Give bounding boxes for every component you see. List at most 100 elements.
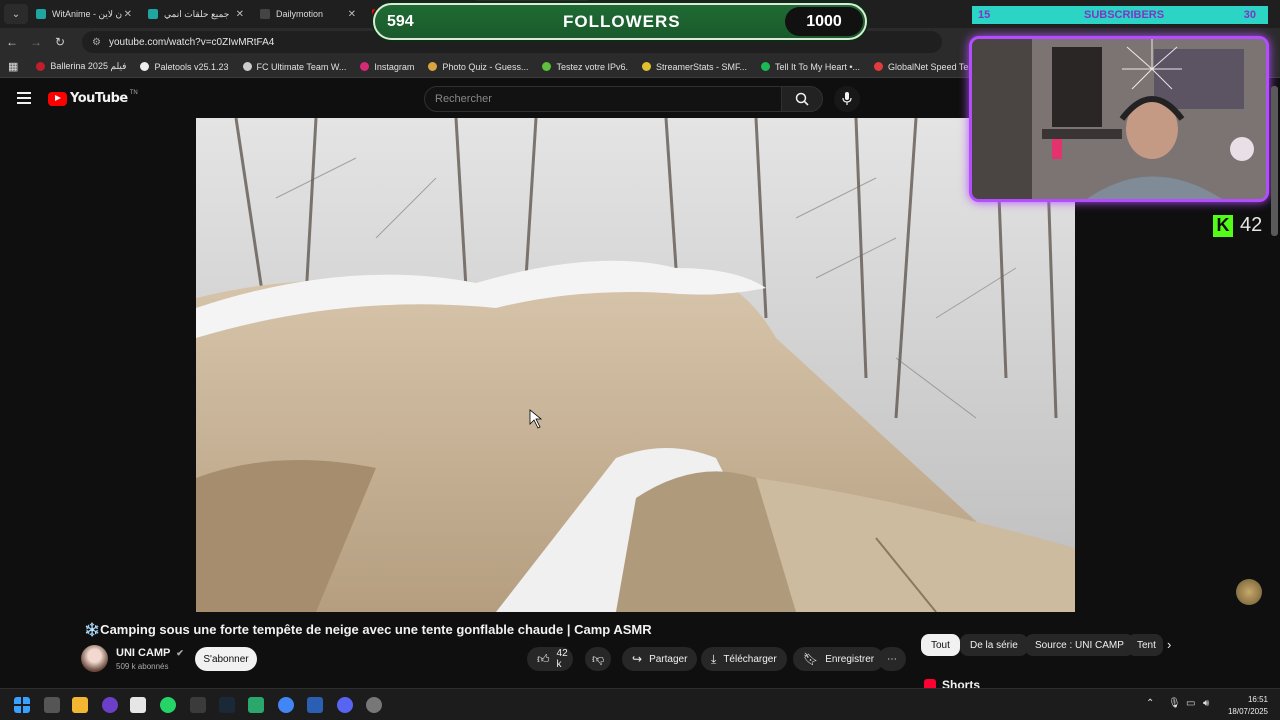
system-clock[interactable]: 16:51 18/07/2025 xyxy=(1228,694,1268,718)
floating-avatar[interactable] xyxy=(1236,579,1262,605)
thumbs-up-icon: 👍︎ xyxy=(537,651,550,666)
tab-close-icon[interactable]: ✕ xyxy=(124,9,132,20)
youtube-logo[interactable]: YouTube TN xyxy=(48,90,138,106)
network-icon[interactable]: ▭ xyxy=(1186,698,1195,709)
bookmark-item[interactable]: Ballerina 2025 فيلم xyxy=(36,61,126,72)
download-icon: ⤓ xyxy=(711,651,717,666)
chrome-icon[interactable] xyxy=(278,697,294,713)
kick-viewer-count: 42 xyxy=(1240,214,1263,236)
download-label: Télécharger xyxy=(723,653,777,665)
tab-label: WitAnime - ن لاين xyxy=(52,8,123,19)
chip-tent[interactable]: Tent xyxy=(1127,634,1163,656)
bookmark-item[interactable]: Paletools v25.1.23 xyxy=(140,61,229,72)
followers-goal: 1000 xyxy=(785,7,863,36)
obs-icon[interactable] xyxy=(102,697,118,713)
game-icon[interactable] xyxy=(248,697,264,713)
dislike-button[interactable]: 👎︎ xyxy=(585,647,611,671)
site-info-icon[interactable]: ⚙ xyxy=(92,37,101,48)
bookmark-item[interactable]: Photo Quiz - Guess... xyxy=(428,61,528,72)
bookmark-label: GlobalNet Speed Test xyxy=(888,61,976,72)
windows-taskbar: ⌃ 🎙︎ ▭ 🔊︎ 16:51 18/07/2025 xyxy=(0,688,1280,720)
save-label: Enregistrer xyxy=(825,653,875,665)
tab-search-button[interactable]: ⌄ xyxy=(4,4,28,24)
like-count: 42 k xyxy=(556,648,568,670)
windows-start-icon[interactable] xyxy=(14,697,30,713)
browser-tab[interactable]: WitAnime - ن لاين ✕ xyxy=(28,0,140,28)
bookmark-list: Ballerina 2025 فيلم Paletools v25.1.23 FC … xyxy=(36,61,1085,72)
channel-avatar[interactable] xyxy=(81,645,108,672)
webcam-overlay xyxy=(969,36,1269,202)
bookmark-item[interactable]: FC Ultimate Team W... xyxy=(242,61,347,72)
bookmark-label: Tell It To My Heart •... xyxy=(775,61,861,72)
bookmark-item[interactable]: GlobalNet Speed Test xyxy=(874,61,975,72)
task-view-icon[interactable] xyxy=(44,697,60,713)
reload-icon[interactable]: ↻ xyxy=(48,35,72,49)
bookmark-favicon-icon xyxy=(242,62,252,71)
chip-source[interactable]: Source : UNI CAMP xyxy=(1025,634,1134,656)
bookmark-label: StreamerStats - SMF... xyxy=(655,61,748,72)
edge-icon[interactable] xyxy=(307,697,323,713)
microphone-tray-icon[interactable]: 🎙︎ xyxy=(1168,698,1181,709)
webcam-feed xyxy=(972,39,1266,199)
share-label: Partager xyxy=(649,653,688,665)
tab-favicon-icon xyxy=(148,9,158,19)
video-player[interactable] xyxy=(196,118,1075,612)
search-input[interactable]: Rechercher xyxy=(424,86,782,112)
tray-overflow-icon[interactable]: ⌃ xyxy=(1146,698,1154,709)
channel-name[interactable]: UNI CAMP ✔ xyxy=(116,647,184,659)
browser-tab[interactable]: Dailymotion ✕ xyxy=(252,0,364,28)
bookmark-favicon-icon xyxy=(428,62,438,71)
subscribers-goal-overlay: 15 SUBSCRIBERS 30 xyxy=(972,6,1268,24)
thumbs-down-icon: 👎︎ xyxy=(592,651,605,666)
more-actions-button[interactable]: ⋯ xyxy=(878,647,906,671)
chip-all[interactable]: Tout xyxy=(921,634,960,656)
share-button[interactable]: ↪ Partager xyxy=(622,647,698,671)
microphone-icon xyxy=(842,92,852,105)
bookmark-item[interactable]: Testez votre IPv6. xyxy=(542,61,628,72)
tab-close-icon[interactable]: ✕ xyxy=(236,9,244,20)
bookmark-label: Instagram xyxy=(374,61,415,72)
discord-icon[interactable] xyxy=(337,697,353,713)
app-icon[interactable] xyxy=(190,697,206,713)
forward-icon[interactable]: → xyxy=(24,35,48,49)
subscribers-goal: 30 xyxy=(1243,9,1256,21)
subscriber-count: 509 k abonnés xyxy=(116,662,169,671)
tab-close-icon[interactable]: ✕ xyxy=(348,9,356,20)
like-button[interactable]: 👍︎ 42 k xyxy=(527,647,573,671)
steam-icon[interactable] xyxy=(219,697,235,713)
whatsapp-icon[interactable] xyxy=(160,697,176,713)
bookmark-label: Paletools v25.1.23 xyxy=(154,61,229,72)
back-icon[interactable]: ← xyxy=(0,35,24,49)
chip-scroll-right-icon[interactable]: › xyxy=(1167,637,1171,652)
browser-tab[interactable]: جميع حلقات انمي ✕ xyxy=(140,0,252,28)
subscribers-label: SUBSCRIBERS xyxy=(1084,9,1165,21)
followers-label: FOLLOWERS xyxy=(563,11,681,31)
bookmark-item[interactable]: Tell It To My Heart •... xyxy=(761,61,860,72)
bookmark-item[interactable]: StreamerStats - SMF... xyxy=(641,61,748,72)
bookmark-favicon-icon xyxy=(36,62,46,71)
download-button[interactable]: ⤓ Télécharger xyxy=(701,647,787,671)
save-button[interactable]: 🔖︎ Enregistrer xyxy=(793,647,885,671)
page-scrollbar[interactable] xyxy=(1271,86,1278,236)
verified-icon: ✔ xyxy=(176,648,184,658)
clock-date: 18/07/2025 xyxy=(1227,707,1268,716)
url-text: youtube.com/watch?v=c0ZIwMRtFA4 xyxy=(108,36,275,48)
search-button[interactable] xyxy=(781,86,823,112)
bookmark-label: FC Ultimate Team W... xyxy=(256,61,347,72)
bookmark-favicon-icon xyxy=(140,62,150,71)
bookmark-icon: 🔖︎ xyxy=(803,652,819,666)
apps-grid-icon[interactable]: ▦ xyxy=(8,60,18,73)
volume-icon[interactable]: 🔊︎ xyxy=(1203,698,1209,709)
snipping-tool-icon[interactable] xyxy=(130,697,146,713)
file-explorer-icon[interactable] xyxy=(72,697,88,713)
tab-favicon-icon xyxy=(36,9,46,19)
bookmark-label: Testez votre IPv6. xyxy=(556,61,628,72)
active-app-icon[interactable] xyxy=(366,697,382,713)
chip-series[interactable]: De la série xyxy=(960,634,1028,656)
menu-icon[interactable] xyxy=(17,92,31,104)
bookmark-item[interactable]: Instagram xyxy=(360,61,414,72)
subscribe-button[interactable]: S'abonner xyxy=(195,647,257,671)
voice-search-button[interactable] xyxy=(834,86,860,112)
bookmark-label: Ballerina 2025 فيلم xyxy=(50,61,127,71)
youtube-play-icon xyxy=(48,91,67,106)
